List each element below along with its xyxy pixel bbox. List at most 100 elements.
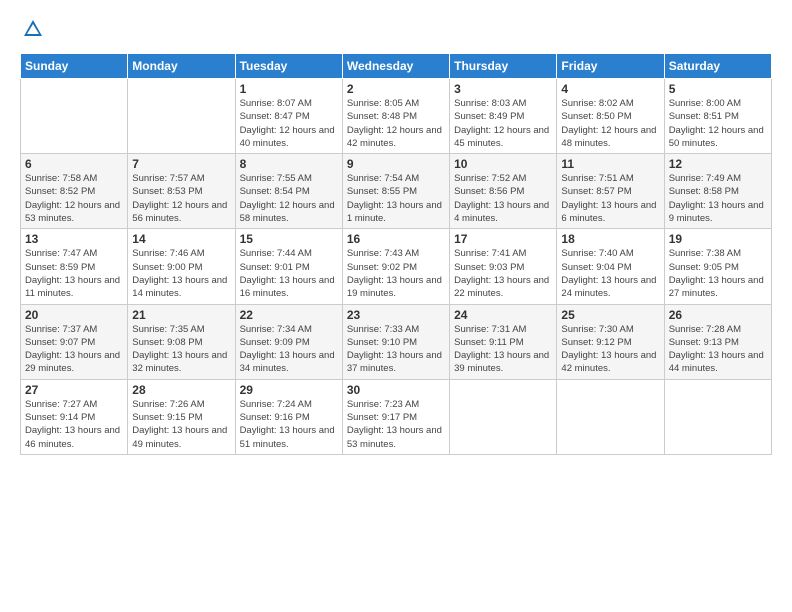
calendar-cell: 4Sunrise: 8:02 AMSunset: 8:50 PMDaylight…: [557, 79, 664, 154]
calendar-cell: 23 Sunrise: 7:33 AMSunset: 9:10 PMDayligh…: [342, 304, 449, 379]
calendar-cell: 25 Sunrise: 7:30 AMSunset: 9:12 PMDayligh…: [557, 304, 664, 379]
day-info: Sunrise: 8:00 AMSunset: 8:51 PMDaylight:…: [669, 98, 764, 149]
day-number: 23: [347, 308, 445, 322]
calendar-week: 6 Sunrise: 7:58 AMSunset: 8:52 PMDaylight…: [21, 154, 772, 229]
day-number: 17: [454, 232, 552, 246]
day-info: Sunrise: 7:52 AMSunset: 8:56 PMDaylight:…: [454, 173, 549, 224]
calendar-cell: 28Sunrise: 7:26 AMSunset: 9:15 PMDayligh…: [128, 379, 235, 454]
day-info: Sunrise: 7:31 AMSunset: 9:11 PMDaylight:…: [454, 324, 549, 375]
calendar-week: 27 Sunrise: 7:27 AMSunset: 9:14 PMDayligh…: [21, 379, 772, 454]
day-info: Sunrise: 7:58 AMSunset: 8:52 PMDaylight:…: [25, 173, 120, 224]
calendar-cell: 6 Sunrise: 7:58 AMSunset: 8:52 PMDaylight…: [21, 154, 128, 229]
calendar-cell: 8Sunrise: 7:55 AMSunset: 8:54 PMDaylight…: [235, 154, 342, 229]
calendar-cell: 18 Sunrise: 7:40 AMSunset: 9:04 PMDayligh…: [557, 229, 664, 304]
day-number: 18: [561, 232, 659, 246]
day-number: 13: [25, 232, 123, 246]
calendar-cell: [664, 379, 771, 454]
day-number: 21: [132, 308, 230, 322]
calendar-cell: [557, 379, 664, 454]
header-day: Tuesday: [235, 54, 342, 79]
calendar-body: 1 Sunrise: 8:07 AMSunset: 8:47 PMDaylight…: [21, 79, 772, 455]
calendar-cell: 20Sunrise: 7:37 AMSunset: 9:07 PMDayligh…: [21, 304, 128, 379]
logo-text: [20, 18, 44, 45]
day-info: Sunrise: 7:26 AMSunset: 9:15 PMDaylight:…: [132, 399, 227, 450]
calendar-cell: 2 Sunrise: 8:05 AMSunset: 8:48 PMDaylight…: [342, 79, 449, 154]
day-number: 8: [240, 157, 338, 171]
logo-general: [20, 18, 44, 45]
day-number: 5: [669, 82, 767, 96]
header-day: Sunday: [21, 54, 128, 79]
calendar-cell: 29Sunrise: 7:24 AMSunset: 9:16 PMDayligh…: [235, 379, 342, 454]
calendar-cell: 3 Sunrise: 8:03 AMSunset: 8:49 PMDaylight…: [450, 79, 557, 154]
calendar-header: SundayMondayTuesdayWednesdayThursdayFrid…: [21, 54, 772, 79]
day-number: 16: [347, 232, 445, 246]
day-info: Sunrise: 7:41 AMSunset: 9:03 PMDaylight:…: [454, 248, 549, 299]
day-info: Sunrise: 7:30 AMSunset: 9:12 PMDaylight:…: [561, 324, 656, 375]
day-number: 1: [240, 82, 338, 96]
header-day: Thursday: [450, 54, 557, 79]
day-info: Sunrise: 7:37 AMSunset: 9:07 PMDaylight:…: [25, 324, 120, 375]
day-info: Sunrise: 7:57 AMSunset: 8:53 PMDaylight:…: [132, 173, 227, 224]
header-day: Monday: [128, 54, 235, 79]
day-number: 26: [669, 308, 767, 322]
day-number: 19: [669, 232, 767, 246]
day-info: Sunrise: 7:35 AMSunset: 9:08 PMDaylight:…: [132, 324, 227, 375]
day-number: 15: [240, 232, 338, 246]
day-info: Sunrise: 8:05 AMSunset: 8:48 PMDaylight:…: [347, 98, 442, 149]
header: [20, 18, 772, 45]
day-info: Sunrise: 8:07 AMSunset: 8:47 PMDaylight:…: [240, 98, 335, 149]
header-day: Wednesday: [342, 54, 449, 79]
calendar-cell: [128, 79, 235, 154]
calendar-table: SundayMondayTuesdayWednesdayThursdayFrid…: [20, 53, 772, 455]
calendar-cell: 11 Sunrise: 7:51 AMSunset: 8:57 PMDayligh…: [557, 154, 664, 229]
calendar-cell: 30Sunrise: 7:23 AMSunset: 9:17 PMDayligh…: [342, 379, 449, 454]
day-info: Sunrise: 7:34 AMSunset: 9:09 PMDaylight:…: [240, 324, 335, 375]
calendar-cell: 12Sunrise: 7:49 AMSunset: 8:58 PMDayligh…: [664, 154, 771, 229]
calendar-cell: 21 Sunrise: 7:35 AMSunset: 9:08 PMDayligh…: [128, 304, 235, 379]
day-number: 30: [347, 383, 445, 397]
calendar-cell: 5 Sunrise: 8:00 AMSunset: 8:51 PMDaylight…: [664, 79, 771, 154]
calendar-cell: 22 Sunrise: 7:34 AMSunset: 9:09 PMDayligh…: [235, 304, 342, 379]
calendar-cell: 1 Sunrise: 8:07 AMSunset: 8:47 PMDaylight…: [235, 79, 342, 154]
day-number: 6: [25, 157, 123, 171]
day-info: Sunrise: 7:44 AMSunset: 9:01 PMDaylight:…: [240, 248, 335, 299]
logo-icon: [22, 18, 44, 40]
day-number: 3: [454, 82, 552, 96]
header-day: Friday: [557, 54, 664, 79]
calendar-cell: 24 Sunrise: 7:31 AMSunset: 9:11 PMDayligh…: [450, 304, 557, 379]
day-info: Sunrise: 7:47 AMSunset: 8:59 PMDaylight:…: [25, 248, 120, 299]
day-info: Sunrise: 7:38 AMSunset: 9:05 PMDaylight:…: [669, 248, 764, 299]
calendar-week: 13 Sunrise: 7:47 AMSunset: 8:59 PMDayligh…: [21, 229, 772, 304]
day-number: 24: [454, 308, 552, 322]
calendar-cell: 14Sunrise: 7:46 AMSunset: 9:00 PMDayligh…: [128, 229, 235, 304]
calendar-cell: 26 Sunrise: 7:28 AMSunset: 9:13 PMDayligh…: [664, 304, 771, 379]
calendar-cell: 10Sunrise: 7:52 AMSunset: 8:56 PMDayligh…: [450, 154, 557, 229]
day-info: Sunrise: 7:33 AMSunset: 9:10 PMDaylight:…: [347, 324, 442, 375]
day-info: Sunrise: 7:28 AMSunset: 9:13 PMDaylight:…: [669, 324, 764, 375]
calendar-cell: [21, 79, 128, 154]
day-number: 7: [132, 157, 230, 171]
day-info: Sunrise: 7:40 AMSunset: 9:04 PMDaylight:…: [561, 248, 656, 299]
calendar-cell: 16Sunrise: 7:43 AMSunset: 9:02 PMDayligh…: [342, 229, 449, 304]
calendar-cell: 15 Sunrise: 7:44 AMSunset: 9:01 PMDayligh…: [235, 229, 342, 304]
day-number: 27: [25, 383, 123, 397]
calendar-week: 1 Sunrise: 8:07 AMSunset: 8:47 PMDaylight…: [21, 79, 772, 154]
day-number: 22: [240, 308, 338, 322]
day-info: Sunrise: 7:51 AMSunset: 8:57 PMDaylight:…: [561, 173, 656, 224]
day-info: Sunrise: 7:54 AMSunset: 8:55 PMDaylight:…: [347, 173, 442, 224]
day-number: 25: [561, 308, 659, 322]
day-number: 12: [669, 157, 767, 171]
day-info: Sunrise: 7:27 AMSunset: 9:14 PMDaylight:…: [25, 399, 120, 450]
page: SundayMondayTuesdayWednesdayThursdayFrid…: [0, 0, 792, 612]
day-number: 11: [561, 157, 659, 171]
logo: [20, 18, 44, 45]
day-info: Sunrise: 7:24 AMSunset: 9:16 PMDaylight:…: [240, 399, 335, 450]
calendar-cell: 9Sunrise: 7:54 AMSunset: 8:55 PMDaylight…: [342, 154, 449, 229]
calendar-cell: 13 Sunrise: 7:47 AMSunset: 8:59 PMDayligh…: [21, 229, 128, 304]
calendar-cell: [450, 379, 557, 454]
calendar-cell: 19 Sunrise: 7:38 AMSunset: 9:05 PMDayligh…: [664, 229, 771, 304]
day-info: Sunrise: 8:03 AMSunset: 8:49 PMDaylight:…: [454, 98, 549, 149]
day-number: 2: [347, 82, 445, 96]
header-row: SundayMondayTuesdayWednesdayThursdayFrid…: [21, 54, 772, 79]
day-number: 4: [561, 82, 659, 96]
